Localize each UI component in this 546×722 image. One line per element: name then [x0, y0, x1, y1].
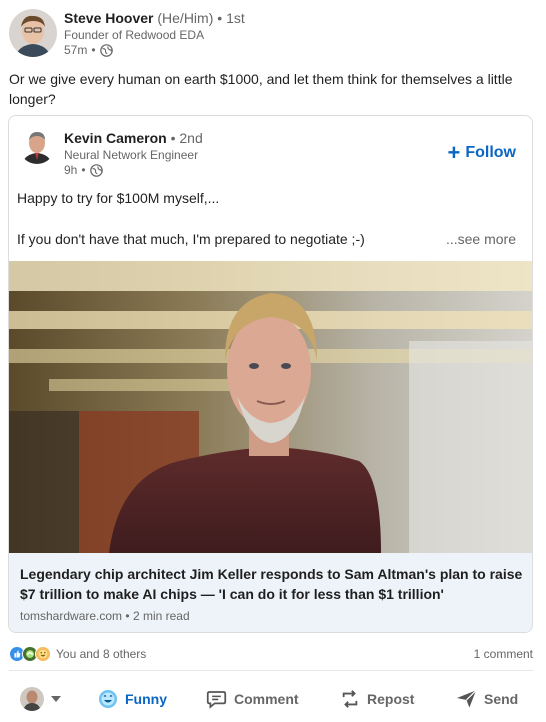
shared-post-card[interactable]: Kevin Cameron • 2nd Neural Network Engin…: [8, 115, 533, 633]
action-bar: Funny Comment Repost Send: [0, 681, 546, 717]
article-source-line: tomshardware.com • 2 min read: [20, 609, 190, 623]
article-read-time: 2 min read: [132, 609, 190, 623]
follow-label: Follow: [465, 144, 516, 161]
repost-icon: [340, 689, 360, 709]
shared-author: Kevin Cameron • 2nd Neural Network Engin…: [64, 130, 203, 177]
follow-button[interactable]: + Follow: [447, 140, 516, 165]
funny-icon: [98, 689, 118, 709]
author-headline: Founder of Redwood EDA: [64, 28, 205, 42]
funny-icon: [35, 646, 51, 662]
social-counts: You and 8 others 1 comment: [9, 646, 533, 662]
shared-text-line2: If you don't have that much, I'm prepare…: [17, 231, 365, 247]
shared-author-avatar[interactable]: [19, 128, 55, 164]
comment-label: Comment: [234, 691, 299, 707]
chevron-down-icon: [51, 695, 61, 703]
reactor-avatar-selector[interactable]: [20, 681, 61, 717]
author-degree: 1st: [226, 10, 245, 26]
author-pronouns: (He/Him): [157, 10, 214, 26]
comments-count[interactable]: 1 comment: [474, 647, 533, 661]
repost-label: Repost: [367, 691, 415, 707]
author-avatar[interactable]: [9, 9, 57, 57]
globe-icon: [99, 43, 113, 57]
repost-button[interactable]: Repost: [340, 681, 414, 717]
shared-post-time: 9h: [64, 163, 78, 177]
see-more-link[interactable]: ...see more: [446, 231, 516, 247]
reactions-summary[interactable]: You and 8 others: [9, 646, 146, 662]
globe-icon: [89, 163, 103, 177]
shared-author-degree: 2nd: [179, 130, 203, 146]
post-text: Or we give every human on earth $1000, a…: [9, 71, 513, 107]
author-name[interactable]: Steve Hoover: [64, 10, 153, 26]
send-label: Send: [484, 691, 519, 707]
article-source: tomshardware.com: [20, 609, 123, 623]
send-icon: [456, 689, 477, 709]
shared-author-name[interactable]: Kevin Cameron: [64, 130, 167, 146]
post-meta: 57m •: [64, 43, 245, 57]
post-time: 57m: [64, 43, 88, 57]
reactions-text: You and 8 others: [56, 647, 147, 661]
plus-icon: +: [447, 140, 461, 165]
post-author: Steve Hoover (He/Him) • 1st Founder of R…: [64, 10, 245, 57]
article-title: Legendary chip architect Jim Keller resp…: [20, 566, 523, 602]
divider: [9, 670, 533, 671]
user-avatar: [20, 687, 44, 711]
send-button[interactable]: Send: [456, 681, 518, 717]
article-image[interactable]: [9, 261, 532, 553]
shared-text-line1: Happy to try for $100M myself,...: [17, 190, 220, 206]
funny-label: Funny: [125, 691, 167, 707]
comment-button[interactable]: Comment: [206, 681, 299, 717]
shared-author-headline: Neural Network Engineer: [64, 148, 199, 162]
funny-button[interactable]: Funny: [98, 681, 167, 717]
shared-post-meta: 9h •: [64, 163, 203, 177]
comment-icon: [206, 689, 227, 709]
article-preview[interactable]: Legendary chip architect Jim Keller resp…: [9, 553, 532, 632]
